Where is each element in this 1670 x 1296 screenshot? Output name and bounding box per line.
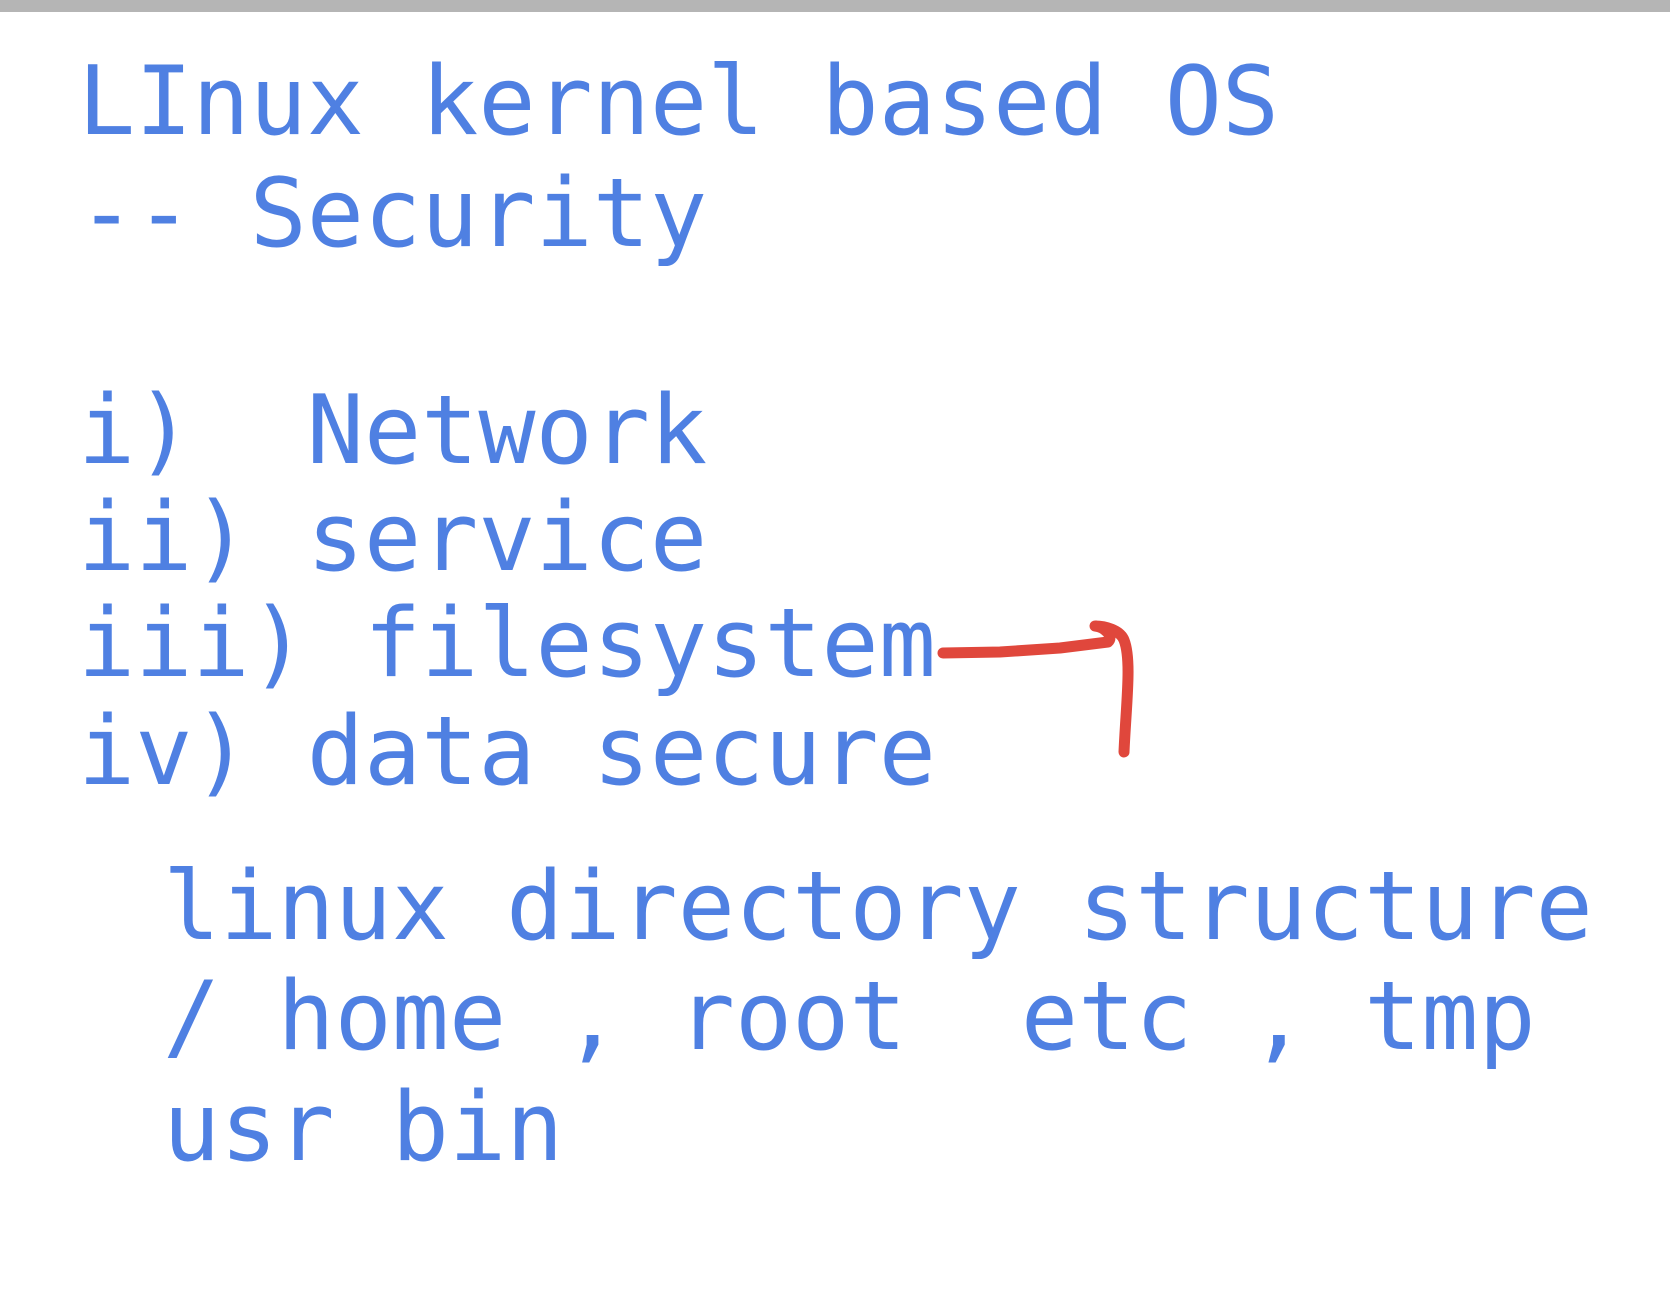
note-title-line-2: -- Security	[78, 159, 708, 269]
red-arrow-stroke	[937, 620, 1134, 758]
directory-list-line-1: / home , root etc , tmp	[163, 962, 1536, 1072]
list-item-data-secure: iv) data secure	[78, 697, 936, 807]
directory-list-line-2: usr bin	[163, 1073, 564, 1183]
directory-structure-heading: linux directory structure	[163, 852, 1593, 962]
list-item-filesystem: iii) filesystem	[78, 589, 936, 699]
top-border-bar	[0, 0, 1670, 12]
list-item-service: ii) service	[78, 483, 708, 593]
list-item-network: i) Network	[78, 376, 708, 486]
note-title-line-1: LInux kernel based OS	[78, 47, 1280, 157]
